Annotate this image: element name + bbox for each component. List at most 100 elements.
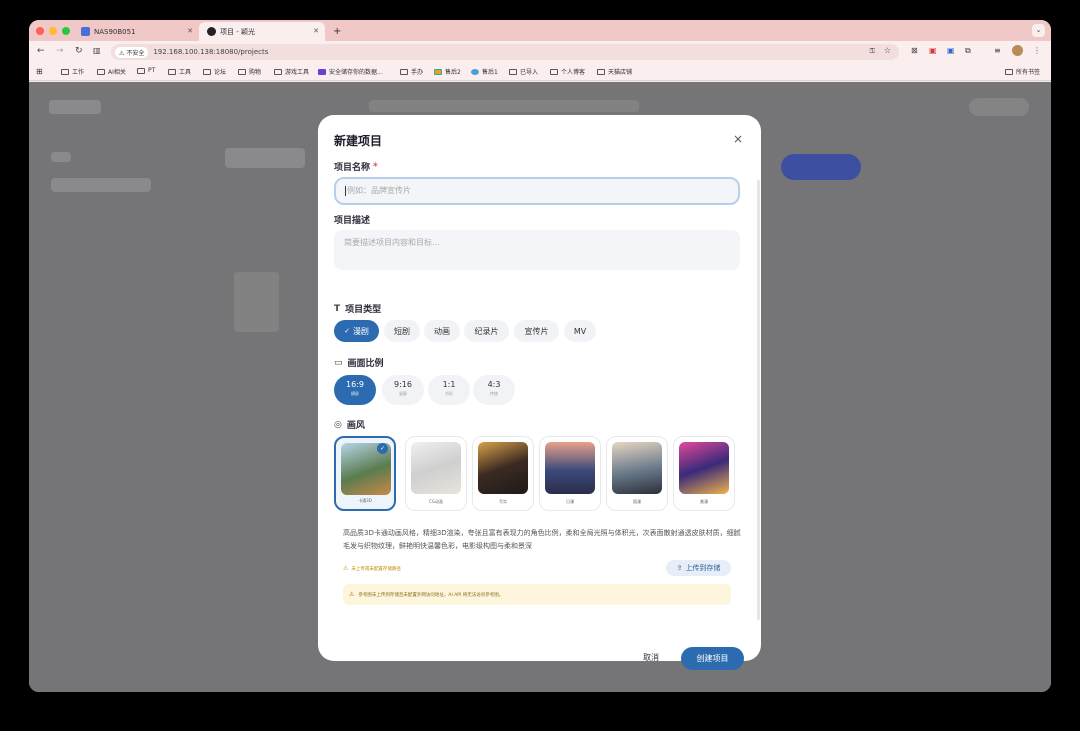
bookmark-star-icon[interactable]: ☆ <box>884 46 891 55</box>
new-project-dialog: 新建项目 × 项目名称 * 例如：品牌宣传片 项目描述 简要描述项目内容和目标..… <box>318 115 761 670</box>
check-icon: ✓ <box>377 443 388 454</box>
folder-icon <box>168 68 176 75</box>
project-name-input[interactable]: 例如：品牌宣传片 <box>334 177 740 205</box>
upload-to-storage-button[interactable]: ⇪ 上传到存储 <box>666 560 731 576</box>
type-chip-mv[interactable]: MV <box>564 320 596 342</box>
bookmark-folder[interactable]: 手办 <box>400 67 423 76</box>
type-chip-promo[interactable]: 宣传片 <box>514 320 559 342</box>
profile-avatar[interactable] <box>1012 45 1023 56</box>
close-window-icon[interactable] <box>36 27 44 35</box>
style-thumbnail <box>411 442 461 494</box>
address-bar[interactable]: ⚠ 不安全 192.168.100.138:18080/projects ⚿ ☆ <box>111 44 899 60</box>
bookmark-folder[interactable]: 工作 <box>61 67 84 76</box>
type-chip-animation[interactable]: 动画 <box>424 320 460 342</box>
back-icon[interactable]: ← <box>37 46 45 56</box>
new-tab-button[interactable]: + <box>325 22 345 41</box>
storage-warning: ⚠ 未上传或未配置存储路径 <box>343 565 401 572</box>
folder-icon <box>137 67 145 74</box>
extension-icon[interactable]: ▣ <box>947 46 955 55</box>
folder-icon <box>1005 68 1013 75</box>
password-key-icon[interactable]: ⚿ <box>870 47 875 56</box>
warning-icon: ⚠ <box>343 565 349 572</box>
required-mark: * <box>373 161 378 172</box>
minimize-window-icon[interactable] <box>49 27 57 35</box>
cancel-button[interactable]: 取消 <box>643 652 659 663</box>
text-type-icon: T <box>334 303 341 314</box>
style-card-realistic[interactable]: 写实 <box>472 436 534 511</box>
security-badge[interactable]: ⚠ 不安全 <box>115 46 149 58</box>
close-tab-icon[interactable]: ✕ <box>313 27 319 35</box>
close-tab-icon[interactable]: ✕ <box>187 27 193 35</box>
name-placeholder: 例如：品牌宣传片 <box>347 186 411 195</box>
blurred-primary-button <box>781 154 861 180</box>
menu-icon[interactable]: ⋮ <box>1033 46 1041 55</box>
extensions-puzzle-icon[interactable]: ⧉ <box>965 46 971 56</box>
ratio-9-16[interactable]: 9:16 竖屏 <box>382 375 424 405</box>
bookmark-folder[interactable]: 游戏工具 <box>274 67 309 76</box>
ratio-1-1[interactable]: 1:1 方形 <box>428 375 470 405</box>
create-project-button[interactable]: 创建项目 <box>681 647 744 670</box>
folder-icon <box>238 68 246 75</box>
ratio-4-3[interactable]: 4:3 传统 <box>473 375 515 405</box>
bookmark-folder[interactable]: AI相关 <box>97 67 126 76</box>
extension-icon[interactable]: ▣ <box>929 46 937 55</box>
name-label: 项目名称 * <box>334 161 378 174</box>
dialog-scrollbar[interactable] <box>757 180 760 620</box>
style-card-anime[interactable]: 日漫 <box>539 436 601 511</box>
folder-icon <box>203 68 211 75</box>
reload-icon[interactable]: ↻ <box>75 46 83 56</box>
tab-projects[interactable]: 项目 - 颖光 ✕ <box>199 22 325 41</box>
palette-icon: ◎ <box>334 419 342 430</box>
bookmark-folder[interactable]: 个人博客 <box>550 67 585 76</box>
sidebar-toggle-icon[interactable]: ▥ <box>93 46 101 55</box>
bookmark-folder[interactable]: 论坛 <box>203 67 226 76</box>
blurred-sidebar <box>51 152 71 162</box>
bookmark-folder[interactable]: 已导入 <box>509 67 538 76</box>
bookmark-link[interactable]: 安全储存你的数据... <box>318 67 383 76</box>
apps-grid-icon[interactable]: ⊞ <box>36 67 43 76</box>
style-thumbnail <box>679 442 729 494</box>
blurred-nav <box>369 100 639 112</box>
ratio-16-9[interactable]: 16:9 横屏 <box>334 375 376 405</box>
style-card-cartoon-3d[interactable]: ✓ 卡通3D <box>334 436 396 511</box>
bookmark-link[interactable]: 售后2 <box>434 67 461 76</box>
type-label: T 项目类型 <box>334 303 382 316</box>
type-chip-manju[interactable]: ✓ 漫剧 <box>334 320 379 342</box>
desc-label: 项目描述 <box>334 216 371 226</box>
check-icon: ✓ <box>344 327 350 335</box>
browser-window: NAS90B051 ✕ 项目 - 颖光 ✕ + ⌄ ← → ↻ ▥ ⚠ 不安全 … <box>29 20 1051 692</box>
bookmark-link[interactable]: 售后1 <box>471 67 498 76</box>
maximize-window-icon[interactable] <box>62 27 70 35</box>
style-thumbnail <box>478 442 528 494</box>
style-description: 高品质3D卡通动画风格，精细3D渲染，夸张且富有表现力的角色比例，柔和全局光照与… <box>343 529 741 550</box>
type-chip-documentary[interactable]: 纪录片 <box>464 320 509 342</box>
nas-favicon-icon <box>81 27 90 36</box>
blurred-user <box>969 98 1029 116</box>
tab-search-icon[interactable]: ⌄ <box>1032 24 1045 37</box>
bookmark-folder[interactable]: 购物 <box>238 67 261 76</box>
desc-placeholder: 简要描述项目内容和目标... <box>344 238 440 247</box>
type-chip-short[interactable]: 短剧 <box>384 320 420 342</box>
project-description-input[interactable]: 简要描述项目内容和目标... <box>334 230 740 270</box>
bookmark-folder[interactable]: 天猫店铺 <box>597 67 632 76</box>
all-bookmarks-folder[interactable]: 所有书签 <box>1005 67 1040 76</box>
folder-icon <box>509 68 517 75</box>
close-icon[interactable]: × <box>733 132 743 146</box>
browser-toolbar: ← → ↻ ▥ ⚠ 不安全 192.168.100.138:18080/proj… <box>29 41 1051 63</box>
style-card-comic[interactable]: 美漫 <box>673 436 735 511</box>
bookmark-folder[interactable]: 工具 <box>168 67 191 76</box>
warning-icon: ⚠ <box>119 49 125 57</box>
folder-icon <box>274 68 282 75</box>
ratio-label: ▭ 画面比例 <box>334 357 384 370</box>
folder-icon <box>597 68 605 75</box>
reading-list-icon[interactable]: ≡ <box>994 46 1001 55</box>
extension-icon[interactable]: ⊠ <box>911 46 918 55</box>
style-card-cg[interactable]: CG动画 <box>405 436 467 511</box>
folder-icon <box>400 68 408 75</box>
forward-icon[interactable]: → <box>56 46 64 56</box>
style-card-guoman[interactable]: 国漫 <box>606 436 668 511</box>
blurred-sidebar <box>51 178 151 192</box>
bookmark-folder[interactable]: PT <box>137 67 155 74</box>
site-favicon-icon <box>434 68 442 75</box>
tab-nas[interactable]: NAS90B051 ✕ <box>73 22 199 41</box>
